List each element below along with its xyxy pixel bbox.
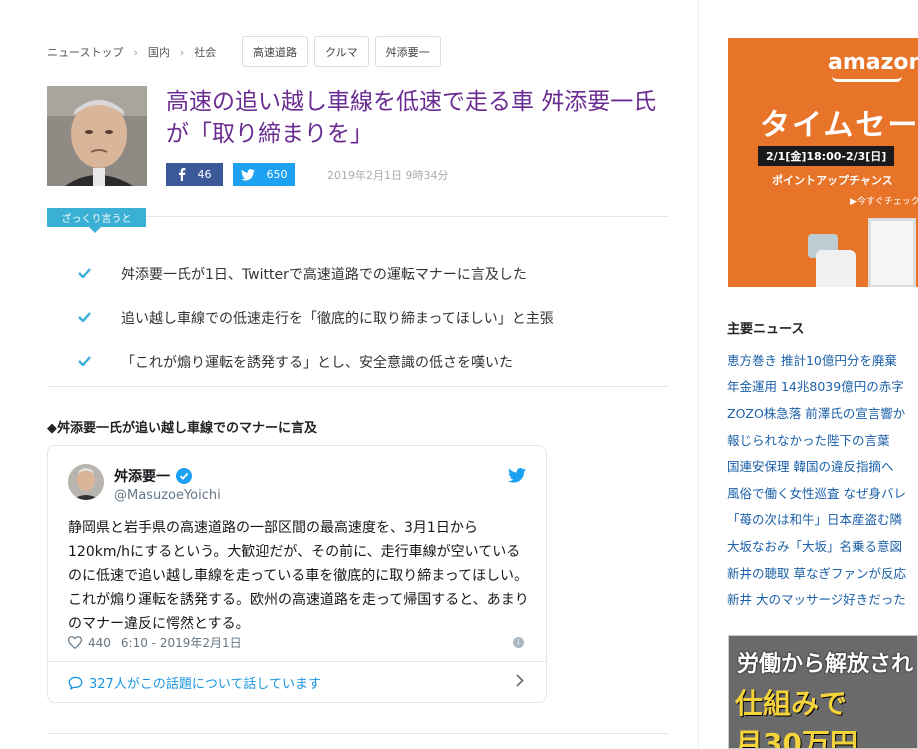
summary-list: 舛添要一氏が1日、Twitterで高速道路での運転マナーに言及した 追い越し車線… [78, 252, 554, 384]
tag-masuzoe[interactable]: 舛添要一 [374, 36, 441, 67]
ad-date: 2/1[金]18:00-2/3[日] [758, 146, 895, 166]
column-divider [698, 0, 699, 749]
tweet-discussion-link[interactable]: 327人がこの話題について話しています [68, 673, 321, 692]
heart-icon[interactable] [68, 636, 82, 649]
tweet-author-name: 舛添要一 [114, 469, 170, 485]
news-link[interactable]: 年金運用 14兆8039億円の赤字 [727, 373, 918, 400]
tweet-timestamp[interactable]: 6:10 - 2019年2月1日 [121, 634, 242, 651]
breadcrumb-separator: › [133, 45, 138, 59]
main-news-heading: 主要ニュース [727, 322, 805, 337]
news-link[interactable]: 新井の聴取 草なぎファンが反応 [727, 559, 918, 586]
product-image [868, 218, 916, 287]
summary-item: 「これが煽り運転を誘発する」とし、安全意識の低さを嘆いた [78, 340, 554, 384]
news-link[interactable]: 報じられなかった陛下の言葉 [727, 426, 918, 453]
verified-icon [176, 468, 192, 484]
summary-bottom-divider [47, 386, 668, 387]
tweet-avatar[interactable] [68, 464, 104, 500]
main-news-list: 恵方巻き 推計10億円分を廃棄 年金運用 14兆8039億円の赤字 ZOZO株急… [727, 346, 918, 612]
summary-item: 追い越し車線での低速走行を「徹底的に取り締まってほしい」と主張 [78, 296, 554, 340]
check-icon [78, 310, 91, 326]
news-link[interactable]: 新井 大のマッサージ好きだった [727, 585, 918, 612]
news-link[interactable]: 恵方巻き 推計10億円分を廃棄 [727, 346, 918, 373]
breadcrumb-society[interactable]: 社会 [194, 44, 216, 60]
article-thumbnail [47, 86, 147, 186]
ad-headline: タイムセール [760, 108, 918, 143]
tag-list: 高速道路 クルマ 舛添要一 [242, 36, 441, 67]
ad-banner-bottom[interactable]: 労働から解放され 仕組みで 月30万円 [728, 635, 918, 749]
news-link[interactable]: 風俗で働く女性巡査 なぜ身バレ [727, 479, 918, 506]
facebook-share-button[interactable]: 46 [166, 163, 223, 186]
tweet-author[interactable]: 舛添要一 [114, 466, 192, 486]
check-icon [78, 354, 91, 370]
check-icon [78, 266, 91, 282]
news-link[interactable]: 国連安保理 韓国の違反指摘へ [727, 452, 918, 479]
section-heading: ◆舛添要一氏が追い越し車線でのマナーに言及 [47, 421, 317, 436]
ad-brand: amazon [828, 50, 918, 75]
news-link[interactable]: ZOZO株急落 前澤氏の宣言響か [727, 399, 918, 426]
ad-line-3: 月30万円 [735, 727, 858, 749]
summary-text: 舛添要一氏が1日、Twitterで高速道路での運転マナーに言及した [121, 267, 527, 283]
article-title: 高速の追い越し車線を低速で走る車 舛添要一氏が「取り締まりを」 [166, 89, 657, 147]
news-link[interactable]: 大坂なおみ「大坂」名乗る意図 [727, 532, 918, 559]
breadcrumb: ニューストップ › 国内 › 社会 [47, 37, 216, 67]
twitter-bird-icon[interactable] [508, 468, 526, 487]
breadcrumb-separator: › [179, 45, 185, 59]
tweet-like-count: 440 [88, 635, 111, 650]
chevron-right-icon[interactable] [516, 674, 524, 691]
breadcrumb-domestic[interactable]: 国内 [148, 44, 170, 60]
tweet-handle[interactable]: @MasuzoeYoichi [114, 488, 221, 503]
info-icon[interactable]: i [513, 637, 524, 648]
tweet-discussion-text: 327人がこの話題について話しています [89, 677, 322, 692]
ad-line-2: 仕組みで [735, 687, 848, 720]
tag-expressway[interactable]: 高速道路 [242, 36, 308, 67]
summary-text: 「これが煽り運転を誘発する」とし、安全意識の低さを嘆いた [121, 355, 513, 371]
twitter-share-count: 650 [266, 168, 288, 181]
ad-line-1: 労働から解放され [737, 652, 914, 677]
tag-car[interactable]: クルマ [314, 36, 369, 67]
ad-subline: ポイントアップチャンス [772, 174, 893, 187]
facebook-icon [178, 168, 185, 181]
amazon-smile-icon [832, 76, 902, 82]
tweet-divider [48, 661, 546, 662]
ad-cta: ▶今すぐチェック [850, 197, 918, 207]
article-column: ニューストップ › 国内 › 社会 高速道路 クルマ 舛添要一 高速の追い越し車… [0, 0, 698, 749]
summary-item: 舛添要一氏が1日、Twitterで高速道路での運転マナーに言及した [78, 252, 554, 296]
published-date: 2019年2月1日 9時34分 [327, 168, 449, 182]
speech-bubble-icon [68, 676, 83, 690]
tweet-meta: 440 6:10 - 2019年2月1日 [68, 634, 242, 651]
breadcrumb-news-top[interactable]: ニューストップ [47, 44, 123, 60]
news-link[interactable]: 「苺の次は和牛」日本産盗む隣 [727, 506, 918, 533]
summary-label: ざっくり言うと [47, 208, 146, 233]
embedded-tweet[interactable]: 舛添要一 @MasuzoeYoichi 静岡県と岩手県の高速道路の一部区間の最高… [47, 445, 547, 703]
content-divider [47, 733, 668, 734]
share-bar: 46 650 2019年2月1日 9時34分 [166, 163, 448, 186]
product-image [816, 250, 856, 287]
facebook-share-count: 46 [197, 168, 212, 181]
twitter-share-button[interactable]: 650 [233, 163, 295, 186]
twitter-icon [240, 168, 255, 181]
summary-text: 追い越し車線での低速走行を「徹底的に取り締まってほしい」と主張 [121, 311, 554, 327]
tweet-text: 静岡県と岩手県の高速道路の一部区間の最高速度を、3月1日から120km/hにする… [68, 520, 529, 632]
amazon-ad-banner[interactable]: amazon タイムセール 2/1[金]18:00-2/3[日] ポイントアップ… [728, 38, 918, 287]
